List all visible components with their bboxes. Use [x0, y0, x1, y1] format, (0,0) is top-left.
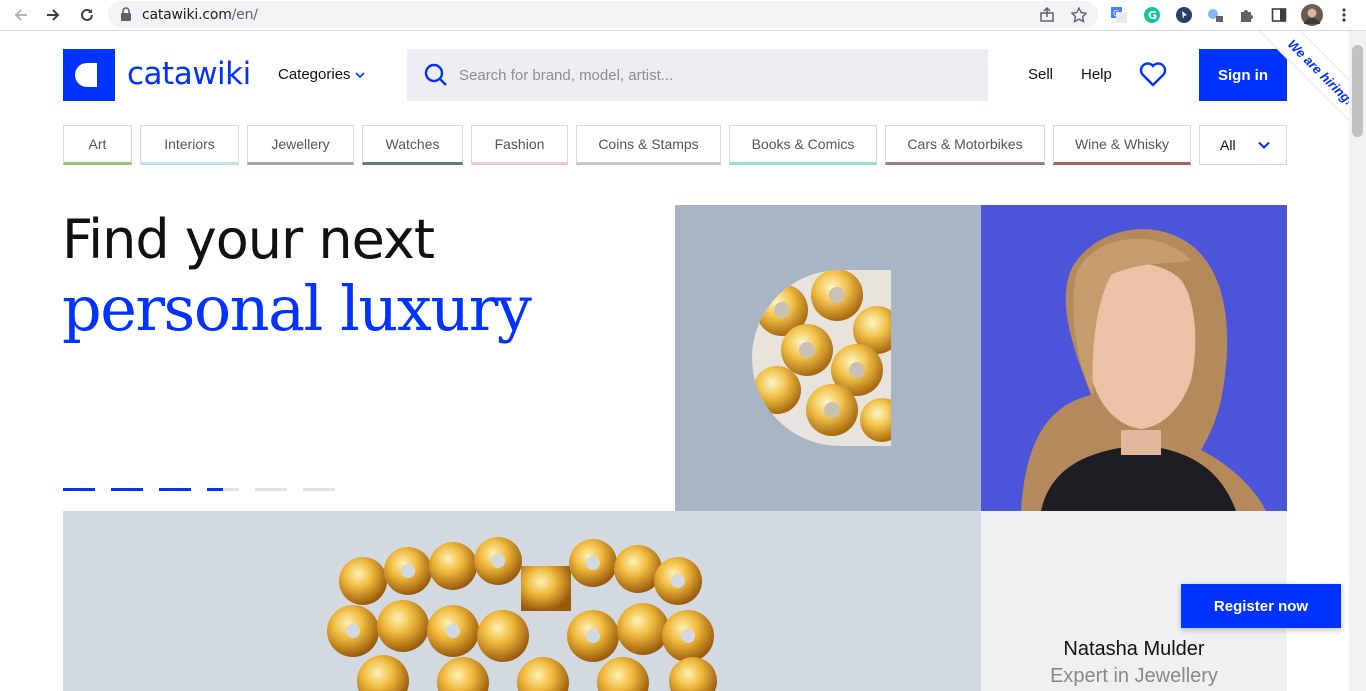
side-panel-icon[interactable]	[1269, 5, 1289, 25]
tab-watches[interactable]: Watches	[362, 125, 463, 165]
extension-satellite-icon[interactable]	[1205, 5, 1225, 25]
reload-icon[interactable]	[75, 4, 99, 26]
hero-headline: Find your next	[62, 208, 435, 271]
categories-menu-button[interactable]: Categories	[278, 66, 365, 83]
share-icon[interactable]	[1038, 6, 1056, 24]
tab-books-comics[interactable]: Books & Comics	[729, 125, 877, 165]
lock-icon[interactable]	[120, 7, 132, 26]
tab-all-label: All	[1220, 137, 1236, 153]
featured-bracelet-banner[interactable]	[63, 511, 981, 691]
grammarly-icon[interactable]: G	[1142, 5, 1162, 25]
tab-cars-motorbikes[interactable]: Cars & Motorbikes	[885, 125, 1045, 165]
address-bar[interactable]: catawiki.com/en/	[108, 1, 1098, 28]
catawiki-logo-text[interactable]: catawiki	[127, 56, 251, 92]
back-icon[interactable]	[9, 4, 33, 26]
svg-text:G: G	[1113, 9, 1119, 18]
hiring-ribbon-label: We are hiring!	[1285, 36, 1357, 108]
scrollbar-thumb[interactable]	[1352, 45, 1363, 137]
hero-headline-accent: personal luxury	[62, 272, 532, 345]
catawiki-logo-mark[interactable]	[63, 49, 115, 101]
carousel-indicator[interactable]	[63, 488, 95, 491]
expert-name: Natasha Mulder	[1063, 638, 1205, 660]
expert-role: Expert in Jewellery	[1050, 665, 1218, 687]
register-now-button[interactable]: Register now	[1181, 584, 1341, 628]
search-icon[interactable]	[423, 62, 449, 88]
carousel-indicator[interactable]	[207, 488, 239, 491]
carousel-indicator[interactable]	[255, 488, 287, 491]
tab-all-dropdown[interactable]: All	[1199, 125, 1287, 165]
browser-toolbar: catawiki.com/en/ G G	[0, 0, 1366, 31]
tab-interiors[interactable]: Interiors	[140, 125, 239, 165]
extensions-puzzle-icon[interactable]	[1237, 5, 1257, 25]
sign-in-button[interactable]: Sign in	[1199, 49, 1287, 101]
chevron-down-icon	[354, 71, 365, 78]
search-bar[interactable]	[407, 49, 988, 101]
page-scrollbar[interactable]	[1349, 31, 1366, 691]
carousel-indicator[interactable]	[303, 488, 335, 491]
carousel-indicator[interactable]	[111, 488, 143, 491]
favorites-heart-icon[interactable]	[1139, 61, 1167, 92]
carousel-indicator[interactable]	[159, 488, 191, 491]
bookmark-star-icon[interactable]	[1070, 6, 1088, 24]
search-input[interactable]	[459, 63, 959, 87]
browser-menu-icon[interactable]	[1334, 5, 1354, 25]
tab-coins-stamps[interactable]: Coins & Stamps	[576, 125, 721, 165]
translate-icon[interactable]: G	[1109, 5, 1129, 25]
categories-label: Categories	[278, 66, 351, 83]
sell-link[interactable]: Sell	[1028, 66, 1053, 83]
profile-avatar[interactable]	[1301, 4, 1323, 26]
tab-art[interactable]: Art	[63, 125, 132, 165]
url-text: catawiki.com/en/	[142, 7, 258, 23]
forward-icon[interactable]	[41, 4, 65, 26]
tab-wine-whisky[interactable]: Wine & Whisky	[1053, 125, 1191, 165]
svg-text:G: G	[1148, 9, 1157, 22]
gold-jewellery-image	[752, 270, 891, 446]
tab-jewellery[interactable]: Jewellery	[247, 125, 354, 165]
extension-cursor-icon[interactable]	[1174, 5, 1194, 25]
expert-portrait-image[interactable]	[981, 205, 1287, 511]
tab-fashion[interactable]: Fashion	[471, 125, 568, 165]
help-link[interactable]: Help	[1081, 66, 1112, 83]
chevron-down-icon	[1257, 141, 1270, 149]
